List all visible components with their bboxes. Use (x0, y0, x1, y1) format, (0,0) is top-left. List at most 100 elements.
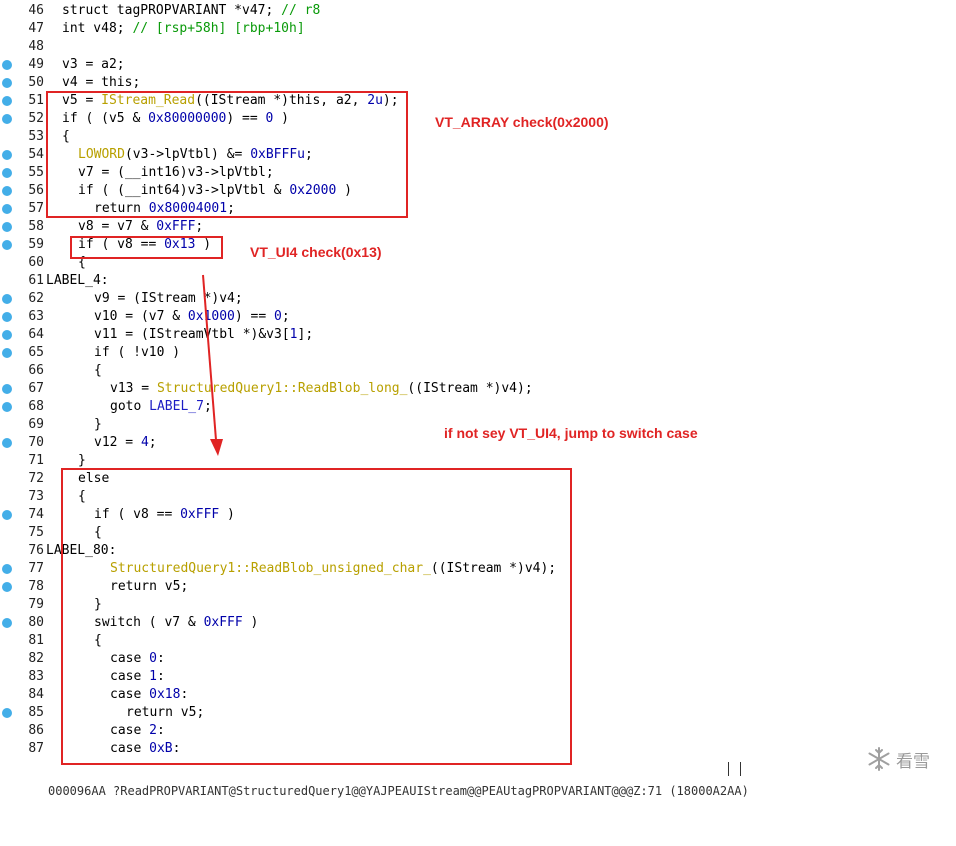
breakpoint-dot-icon[interactable] (2, 312, 12, 322)
breakpoint-dot-icon[interactable] (2, 708, 12, 718)
line-number: 82 (28, 651, 44, 666)
line-number: 52 (28, 111, 44, 126)
line-number: 83 (28, 669, 44, 684)
code-line[interactable]: 67 v13 = StructuredQuery1::ReadBlob_long_… (0, 380, 956, 398)
code-line[interactable]: 68 goto LABEL_7; (0, 398, 956, 416)
code-line[interactable]: 58 v8 = v7 & 0xFFF; (0, 218, 956, 236)
code-line[interactable]: 46 struct tagPROPVARIANT *v47; // r8 (0, 2, 956, 20)
breakpoint-dot-icon[interactable] (2, 564, 12, 574)
breakpoint-dot-icon[interactable] (2, 60, 12, 70)
line-number: 65 (28, 345, 44, 360)
code-token: ((IStream *)v4); (407, 381, 533, 396)
code-text: if ( !v10 ) (94, 344, 180, 362)
code-token: // [rsp+58h] [rbp+10h] (132, 21, 305, 36)
breakpoint-dot-icon[interactable] (2, 510, 12, 520)
breakpoint-dot-icon[interactable] (2, 384, 12, 394)
code-token: } (94, 417, 102, 432)
line-number: 73 (28, 489, 44, 504)
code-text: v3 = a2; (62, 56, 125, 74)
line-number: 72 (28, 471, 44, 486)
code-token: ; (281, 309, 290, 324)
code-text: goto LABEL_7; (110, 398, 212, 416)
line-number: 67 (28, 381, 44, 396)
breakpoint-dot-icon[interactable] (2, 204, 12, 214)
code-token: v12 = (94, 435, 141, 450)
code-line[interactable]: 63 v10 = (v7 & 0x1000) == 0; (0, 308, 956, 326)
switch-case-highlight-box (61, 468, 572, 765)
code-token: ) == (234, 309, 275, 324)
code-text: struct tagPROPVARIANT *v47; // r8 (62, 2, 320, 20)
breakpoint-dot-icon[interactable] (2, 96, 12, 106)
code-text: { (94, 362, 102, 380)
code-token: 0xFFF (156, 219, 196, 234)
breakpoint-dot-icon[interactable] (2, 240, 12, 250)
code-token: LABEL_7 (149, 399, 204, 414)
line-number: 68 (28, 399, 44, 414)
line-number: 78 (28, 579, 44, 594)
code-token: 0x1000 (187, 309, 235, 324)
code-line[interactable]: 47 int v48; // [rsp+58h] [rbp+10h] (0, 20, 956, 38)
line-number: 66 (28, 363, 44, 378)
breakpoint-dot-icon[interactable] (2, 402, 12, 412)
code-line[interactable]: 62 v9 = (IStream *)v4; (0, 290, 956, 308)
code-token: goto (110, 399, 150, 414)
line-number: 86 (28, 723, 44, 738)
line-number: 59 (28, 237, 44, 252)
line-number: 80 (28, 615, 44, 630)
line-number: 57 (28, 201, 44, 216)
code-text: v10 = (v7 & 0x1000) == 0; (94, 308, 290, 326)
code-token: ; (195, 219, 204, 234)
line-number: 84 (28, 687, 44, 702)
breakpoint-dot-icon[interactable] (2, 618, 12, 628)
line-number: 69 (28, 417, 44, 432)
code-line[interactable]: 61 LABEL_4: (0, 272, 956, 290)
code-token: // r8 (281, 3, 321, 18)
breakpoint-dot-icon[interactable] (2, 348, 12, 358)
vt-array-highlight-box (46, 91, 408, 218)
code-token: v4 = this; (62, 75, 141, 90)
breakpoint-dot-icon[interactable] (2, 330, 12, 340)
code-token: LABEL_4: (46, 273, 109, 288)
line-number: 58 (28, 219, 44, 234)
code-text: v8 = v7 & 0xFFF; (78, 218, 203, 236)
breakpoint-dot-icon[interactable] (2, 186, 12, 196)
breakpoint-dot-icon[interactable] (2, 294, 12, 304)
line-number: 70 (28, 435, 44, 450)
breakpoint-dot-icon[interactable] (2, 150, 12, 160)
code-token: v10 = (v7 & (94, 309, 188, 324)
breakpoint-dot-icon[interactable] (2, 438, 12, 448)
vt-ui4-annotation: VT_UI4 check(0x13) (250, 244, 382, 260)
status-separator (740, 762, 741, 776)
breakpoint-dot-icon[interactable] (2, 168, 12, 178)
breakpoint-dot-icon[interactable] (2, 222, 12, 232)
line-number: 47 (28, 21, 44, 36)
line-number: 60 (28, 255, 44, 270)
status-separator (728, 762, 729, 776)
breakpoint-dot-icon[interactable] (2, 582, 12, 592)
code-token: if ( !v10 ) (94, 345, 181, 360)
line-number: 56 (28, 183, 44, 198)
snowflake-icon (868, 747, 890, 771)
breakpoint-dot-icon[interactable] (2, 78, 12, 88)
code-line[interactable]: 49 v3 = a2; (0, 56, 956, 74)
code-line[interactable]: 66 { (0, 362, 956, 380)
line-number: 79 (28, 597, 44, 612)
line-number: 50 (28, 75, 44, 90)
status-bar: 000096AA ?ReadPROPVARIANT@StructuredQuer… (0, 758, 956, 798)
code-text: v13 = StructuredQuery1::ReadBlob_long_((… (110, 380, 533, 398)
line-number: 55 (28, 165, 44, 180)
code-token: ]; (297, 327, 314, 342)
code-line[interactable]: 48 (0, 38, 956, 56)
breakpoint-dot-icon[interactable] (2, 114, 12, 124)
code-text: } (94, 416, 102, 434)
line-number: 75 (28, 525, 44, 540)
code-token: 1 (289, 327, 298, 342)
code-token: { (94, 363, 102, 378)
code-line[interactable]: 65 if ( !v10 ) (0, 344, 956, 362)
code-line[interactable]: 50 v4 = this; (0, 74, 956, 92)
code-token: } (78, 453, 86, 468)
code-line[interactable]: 64 v11 = (IStreamVtbl *)&v3[1]; (0, 326, 956, 344)
line-number: 64 (28, 327, 44, 342)
code-token: int v48; (62, 21, 133, 36)
code-token: ; (148, 435, 157, 450)
